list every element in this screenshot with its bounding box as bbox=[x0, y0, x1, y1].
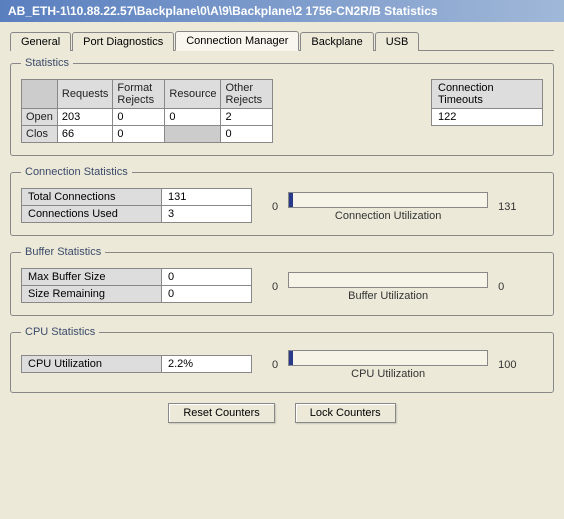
buffer-kv-table: Max Buffer Size 0 Size Remaining 0 bbox=[21, 268, 252, 303]
tab-usb[interactable]: USB bbox=[375, 32, 420, 51]
cpu-util-max: 100 bbox=[498, 359, 516, 371]
buffer-util-bar bbox=[288, 272, 488, 288]
size-remaining-value: 0 bbox=[162, 286, 252, 303]
cell-clos-requests: 66 bbox=[57, 126, 112, 143]
statistics-legend: Statistics bbox=[21, 57, 73, 69]
table-row: Max Buffer Size 0 bbox=[22, 269, 252, 286]
cell-open-format-rejects: 0 bbox=[113, 109, 165, 126]
cell-clos-format-rejects: 0 bbox=[113, 126, 165, 143]
connection-util-bar bbox=[288, 192, 488, 208]
connection-timeouts-value: 122 bbox=[432, 109, 542, 125]
header-blank bbox=[22, 80, 58, 109]
conn-util-max: 131 bbox=[498, 201, 516, 213]
tab-general[interactable]: General bbox=[10, 32, 71, 51]
statistics-table: Requests Format Rejects Resource Other R… bbox=[21, 79, 273, 143]
cell-open-resource: 0 bbox=[165, 109, 221, 126]
cell-open-other-rejects: 2 bbox=[221, 109, 273, 126]
cpu-statistics-legend: CPU Statistics bbox=[21, 326, 99, 338]
buffer-statistics-group: Buffer Statistics Max Buffer Size 0 Size… bbox=[10, 246, 554, 316]
conn-util-min: 0 bbox=[272, 201, 278, 213]
table-row: Total Connections 131 bbox=[22, 189, 252, 206]
cpu-statistics-group: CPU Statistics CPU Utilization 2.2% 0 CP… bbox=[10, 326, 554, 393]
title-bar: AB_ETH-1\10.88.22.57\Backplane\0\A\9\Bac… bbox=[0, 0, 564, 22]
connections-used-value: 3 bbox=[162, 206, 252, 223]
statistics-group: Statistics Requests Format Rejects Resou… bbox=[10, 57, 554, 156]
header-format-rejects: Format Rejects bbox=[113, 80, 165, 109]
row-open-label: Open bbox=[22, 109, 58, 126]
lock-counters-button[interactable]: Lock Counters bbox=[295, 403, 396, 423]
reset-counters-button[interactable]: Reset Counters bbox=[168, 403, 274, 423]
cpu-util-caption: CPU Utilization bbox=[351, 368, 425, 380]
table-row: Clos 66 0 0 bbox=[22, 126, 273, 143]
button-row: Reset Counters Lock Counters bbox=[10, 403, 554, 423]
cpu-util-label: CPU Utilization bbox=[22, 356, 162, 373]
tab-port-diagnostics[interactable]: Port Diagnostics bbox=[72, 32, 174, 51]
connection-timeouts-box: Connection Timeouts 122 bbox=[431, 79, 543, 126]
header-resource: Resource bbox=[165, 80, 221, 109]
window-title: AB_ETH-1\10.88.22.57\Backplane\0\A\9\Bac… bbox=[8, 4, 438, 18]
tab-connection-manager[interactable]: Connection Manager bbox=[175, 31, 299, 51]
cpu-util-min: 0 bbox=[272, 359, 278, 371]
connection-statistics-legend: Connection Statistics bbox=[21, 166, 132, 178]
connections-used-label: Connections Used bbox=[22, 206, 162, 223]
connection-util-row: 0 Connection Utilization 131 bbox=[272, 192, 516, 222]
row-clos-label: Clos bbox=[22, 126, 58, 143]
cell-clos-resource bbox=[165, 126, 221, 143]
cpu-util-fill bbox=[289, 351, 293, 365]
total-connections-value: 131 bbox=[162, 189, 252, 206]
header-requests: Requests bbox=[57, 80, 112, 109]
cpu-kv-table: CPU Utilization 2.2% bbox=[21, 355, 252, 373]
cpu-util-value: 2.2% bbox=[162, 356, 252, 373]
connection-kv-table: Total Connections 131 Connections Used 3 bbox=[21, 188, 252, 223]
connection-timeouts-label: Connection Timeouts bbox=[432, 80, 542, 109]
window-content: General Port Diagnostics Connection Mana… bbox=[0, 22, 564, 433]
cell-open-requests: 203 bbox=[57, 109, 112, 126]
tab-backplane[interactable]: Backplane bbox=[300, 32, 373, 51]
size-remaining-label: Size Remaining bbox=[22, 286, 162, 303]
buffer-util-min: 0 bbox=[272, 281, 278, 293]
buffer-statistics-legend: Buffer Statistics bbox=[21, 246, 105, 258]
header-other-rejects: Other Rejects bbox=[221, 80, 273, 109]
connection-util-label: Connection Utilization bbox=[335, 210, 441, 222]
table-row: Open 203 0 0 2 bbox=[22, 109, 273, 126]
table-row: Connections Used 3 bbox=[22, 206, 252, 223]
table-row: Size Remaining 0 bbox=[22, 286, 252, 303]
max-buffer-value: 0 bbox=[162, 269, 252, 286]
connection-util-fill bbox=[289, 193, 293, 207]
stats-window: AB_ETH-1\10.88.22.57\Backplane\0\A\9\Bac… bbox=[0, 0, 564, 433]
tab-strip: General Port Diagnostics Connection Mana… bbox=[10, 30, 554, 51]
buffer-util-label: Buffer Utilization bbox=[348, 290, 428, 302]
max-buffer-label: Max Buffer Size bbox=[22, 269, 162, 286]
buffer-util-max: 0 bbox=[498, 281, 504, 293]
connection-statistics-group: Connection Statistics Total Connections … bbox=[10, 166, 554, 236]
cpu-util-row: 0 CPU Utilization 100 bbox=[272, 350, 516, 380]
buffer-util-row: 0 Buffer Utilization 0 bbox=[272, 272, 504, 302]
cpu-util-bar bbox=[288, 350, 488, 366]
cell-clos-other-rejects: 0 bbox=[221, 126, 273, 143]
total-connections-label: Total Connections bbox=[22, 189, 162, 206]
table-row: CPU Utilization 2.2% bbox=[22, 356, 252, 373]
